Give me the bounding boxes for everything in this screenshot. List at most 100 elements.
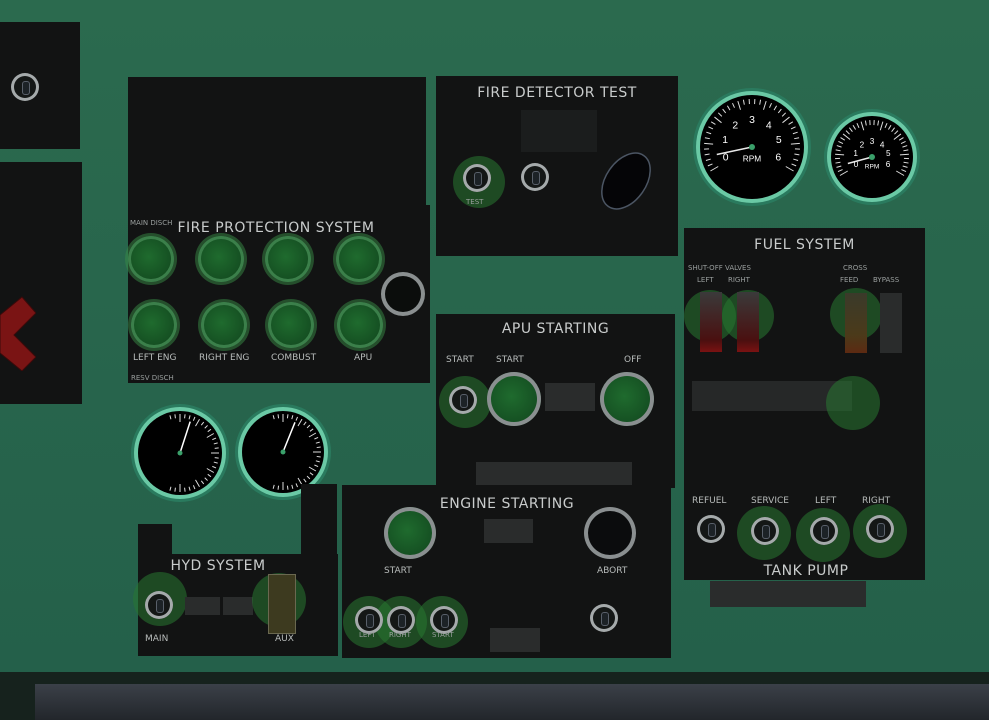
engine-abort-button[interactable] — [584, 507, 636, 559]
rpm-large-hub — [749, 144, 755, 150]
resv-disch-right-eng-button[interactable] — [201, 302, 247, 348]
hyd-slot-1 — [185, 597, 220, 615]
rpm-large-tick-mark — [791, 163, 797, 167]
engine-start-button[interactable] — [384, 507, 436, 559]
fire-gauge-right-tick-mark — [314, 436, 319, 440]
rpm-small-hub — [869, 154, 875, 160]
bypass-label: BYPASS — [873, 276, 900, 284]
fire-gauge-left-tick-mark — [207, 428, 212, 433]
rpm-large-tick-mark — [704, 137, 710, 140]
apu-start-button[interactable] — [487, 372, 541, 426]
right-eng-label: RIGHT ENG — [199, 353, 250, 363]
rpm-large-tick-mark — [793, 158, 799, 161]
apu-starting-title: APU STARTING — [501, 321, 610, 337]
rpm-large-tick-mark — [794, 153, 800, 156]
fire-gauge-right-hub — [280, 449, 286, 455]
rpm-small-tick-label: 5 — [886, 149, 891, 158]
engine-lower-slot — [490, 628, 540, 652]
engine-abort-label: ABORT — [597, 566, 628, 576]
fire-gauge-right-tick-mark — [272, 484, 275, 489]
engine-right-label: RIGHT — [389, 631, 411, 639]
apu-start-toggle-switch[interactable] — [449, 386, 477, 414]
hyd-main-label: MAIN — [145, 634, 169, 644]
main-disch-label: MAIN DISCH — [130, 219, 173, 227]
fire-gauge-right-tick-mark — [306, 424, 311, 429]
apu-start-label-1: START — [446, 355, 474, 365]
engine-start-label: START — [384, 566, 412, 576]
rpm-small-tick-mark — [879, 121, 884, 131]
rpm-large-tick-label: 5 — [776, 135, 782, 146]
main-disch-left-eng-button[interactable] — [128, 236, 174, 282]
rpm-small-tick-label: 1 — [853, 149, 858, 158]
fire-gauge-right-tick-mark — [306, 475, 311, 480]
service-toggle-switch[interactable] — [751, 517, 779, 545]
rpm-large-tick-mark — [777, 108, 782, 114]
resv-disch-combust-button[interactable] — [268, 302, 314, 348]
shutoff-right-label: RIGHT — [728, 276, 750, 284]
rpm-small-tick-mark — [835, 149, 841, 152]
engine-right-toggle-switch[interactable] — [387, 606, 415, 634]
rpm-large-tick-mark — [714, 116, 722, 124]
fire-gauge-right-tick-mark — [291, 484, 294, 489]
rpm-large-tick-mark — [790, 142, 800, 145]
apu-label: APU — [354, 353, 373, 363]
rpm-small-tick-label: 4 — [880, 140, 885, 149]
main-disch-right-eng-button[interactable] — [198, 236, 244, 282]
combust-label: COMBUST — [271, 353, 317, 363]
engine-left-toggle-switch[interactable] — [355, 606, 383, 634]
rpm-large-tick-mark — [785, 166, 794, 172]
rpm-large-tick-mark — [705, 158, 711, 161]
fire-test-toggle-switch[interactable] — [463, 164, 491, 192]
fire-protection-extra-button[interactable] — [381, 272, 425, 316]
rpm-small-tick-mark — [836, 145, 842, 148]
red-marker-icon — [0, 295, 37, 372]
apu-off-button[interactable] — [600, 372, 654, 426]
rpm-small-tick-label: 3 — [870, 137, 875, 146]
rpm-large-tick-mark — [763, 100, 767, 110]
rpm-large-tick-mark — [722, 108, 727, 114]
rpm-small-tick-mark — [891, 127, 896, 132]
hyd-slot-2 — [223, 597, 253, 615]
main-disch-apu-button[interactable] — [336, 236, 382, 282]
fire-gauge-right — [242, 411, 324, 493]
fire-detector-toggle-switch-2[interactable] — [521, 163, 549, 191]
fire-gauge-left-tick-mark — [200, 480, 205, 485]
hyd-main-toggle-switch[interactable] — [145, 591, 173, 619]
rpm-large-tick-mark — [781, 112, 787, 117]
rpm-large-tick-mark — [769, 102, 772, 108]
fire-gauge-left-tick-mark — [174, 414, 176, 419]
fire-gauge-left-tick-mark — [184, 487, 186, 492]
rpm-small-tick-label: 2 — [860, 140, 865, 149]
shutoff-right-valve[interactable] — [737, 292, 759, 352]
engine-right-side-toggle-switch[interactable] — [590, 604, 618, 632]
engine-start-toggle-switch[interactable] — [430, 606, 458, 634]
rpm-large-tick-mark — [726, 105, 731, 111]
fire-gauge-right-needle — [282, 422, 296, 453]
rpm-small-tick-label: 6 — [886, 160, 891, 169]
small-black-block — [301, 484, 337, 554]
rpm-small-tick-mark — [839, 170, 849, 176]
bypass-valve[interactable] — [880, 293, 902, 353]
fuel-left-toggle-switch[interactable] — [810, 517, 838, 545]
fuel-right-toggle-switch[interactable] — [866, 515, 894, 543]
fire-gauge-left-tick-mark — [213, 442, 218, 445]
cross-feed-valve[interactable] — [845, 293, 867, 353]
rpm-small-tick-mark — [845, 130, 850, 135]
rpm-small-tick-mark — [837, 169, 843, 173]
main-disch-combust-button[interactable] — [265, 236, 311, 282]
refuel-toggle-switch[interactable] — [697, 515, 725, 543]
rpm-large-unit-label: RPM — [743, 154, 762, 164]
resv-disch-left-eng-button[interactable] — [131, 302, 177, 348]
resv-disch-apu-button[interactable] — [337, 302, 383, 348]
fire-gauge-left-tick-mark — [192, 485, 196, 490]
rpm-small-tick-mark — [900, 140, 906, 145]
fire-gauge-right-tick-mark — [308, 432, 317, 438]
rpm-large-tick-mark — [710, 121, 716, 125]
rpm-small-tick-mark — [887, 124, 892, 130]
left-upper-toggle-switch[interactable] — [11, 73, 39, 101]
rpm-small-tick-mark — [901, 169, 907, 173]
fire-gauge-left-tick-mark — [188, 415, 191, 420]
fire-gauge-left-tick-mark — [212, 465, 217, 469]
shutoff-left-valve[interactable] — [700, 292, 722, 352]
engine-start-small-label: START — [432, 631, 454, 639]
